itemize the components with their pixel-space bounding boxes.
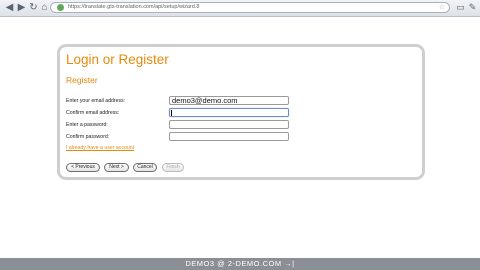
browser-toolbar: ◀ ▶ ↻ ⌂ https://translate.gts-translatio…: [0, 0, 480, 17]
secure-lock-icon: [57, 4, 64, 11]
page-title: Login or Register: [66, 52, 169, 67]
forward-icon[interactable]: ▶: [16, 2, 27, 13]
password-label: Enter a password:: [66, 122, 108, 128]
wrench-menu-icon[interactable]: ✎: [467, 2, 478, 13]
confirm-password-label: Confirm password:: [66, 134, 110, 140]
reload-icon[interactable]: ↻: [28, 2, 39, 13]
address-bar-url: https://translate.gts-translation.com/ap…: [68, 4, 200, 10]
caption-text: DEMO3 @ 2-DEMO.COM →|: [185, 259, 295, 268]
page-menu-icon[interactable]: ▭: [455, 2, 466, 13]
confirm-email-field[interactable]: [169, 108, 289, 117]
caption-bar: DEMO3 @ 2-DEMO.COM →|: [0, 258, 480, 270]
home-icon[interactable]: ⌂: [39, 2, 50, 13]
confirm-email-label: Confirm email address:: [66, 110, 120, 116]
bookmark-star-icon[interactable]: ☆: [439, 3, 445, 12]
cancel-button[interactable]: Cancel: [133, 163, 157, 172]
finish-button: Finish: [162, 163, 184, 172]
email-label: Enter your email address:: [66, 98, 126, 104]
back-icon[interactable]: ◀: [4, 2, 15, 13]
login-register-panel: Login or Register Register Enter your em…: [57, 44, 425, 180]
password-field[interactable]: [169, 120, 289, 129]
address-bar[interactable]: https://translate.gts-translation.com/ap…: [50, 2, 450, 13]
previous-button[interactable]: < Previous: [66, 163, 100, 172]
text-caret: [171, 110, 172, 116]
confirm-password-field[interactable]: [169, 132, 289, 141]
existing-account-link[interactable]: I already have a user account: [66, 145, 134, 151]
next-button[interactable]: Next >: [104, 163, 129, 172]
section-subtitle: Register: [66, 75, 98, 85]
email-field[interactable]: [169, 96, 289, 105]
